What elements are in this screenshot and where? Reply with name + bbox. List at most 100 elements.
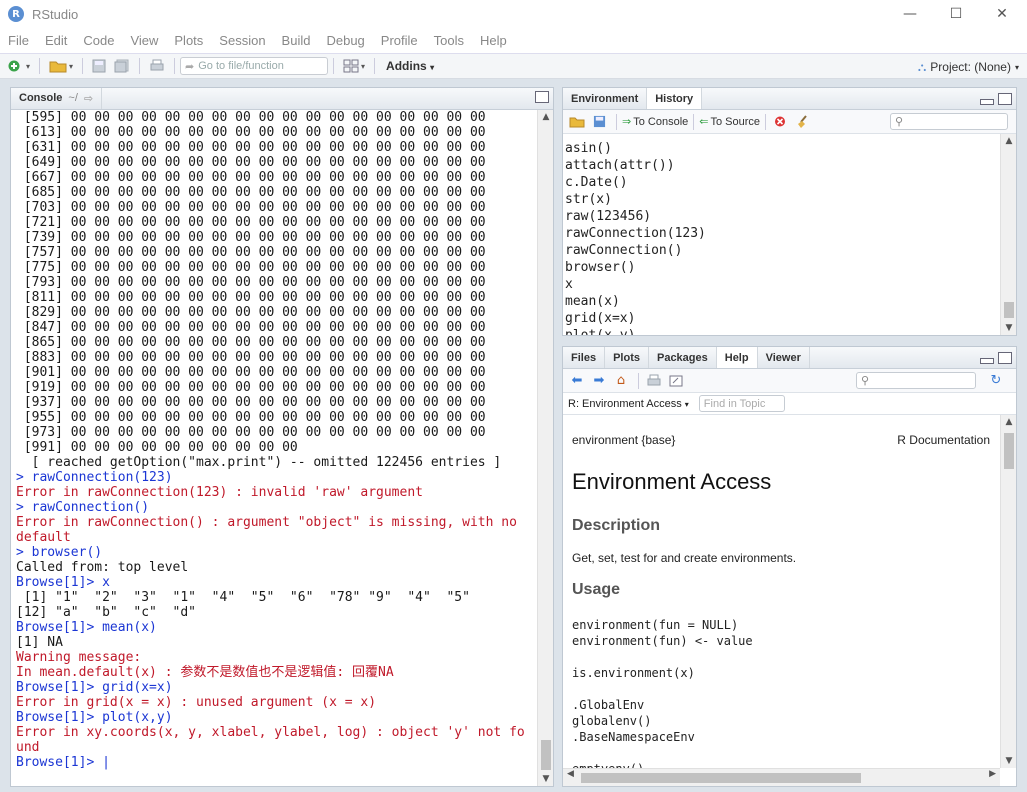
help-pane: Files Plots Packages Help Viewer ⬅ ➡ ⌂ ⚲ ↻ R…: [562, 346, 1017, 787]
maximize-pane-icon[interactable]: [998, 93, 1012, 105]
history-entry[interactable]: mean(x): [565, 293, 998, 310]
history-entry[interactable]: x: [565, 276, 998, 293]
print-icon[interactable]: [147, 56, 167, 76]
console-command-line: Browse[1]> plot(x,y): [16, 710, 173, 725]
menu-item-build[interactable]: Build: [274, 33, 319, 48]
menu-item-profile[interactable]: Profile: [373, 33, 426, 48]
project-menu[interactable]: ⛬ Project: (None) ▾: [918, 54, 1019, 80]
console-error-line: Error in rawConnection() : argument "obj…: [16, 515, 517, 530]
minimize-button[interactable]: —: [887, 0, 933, 28]
scroll-up-icon[interactable]: ▲: [1001, 415, 1016, 429]
addins-menu[interactable]: Addins ▾: [386, 59, 434, 73]
history-search-input[interactable]: ⚲: [890, 113, 1008, 130]
toolbar-divider: [333, 58, 335, 74]
doc-header: environment {base} R Documentation: [572, 433, 990, 447]
scroll-up-icon[interactable]: ▲: [1001, 134, 1016, 148]
home-icon[interactable]: ⌂: [611, 372, 631, 390]
remove-entry-icon[interactable]: [771, 113, 791, 131]
scrollbar-thumb[interactable]: [1004, 433, 1014, 469]
scrollbar-thumb[interactable]: [541, 740, 551, 770]
scroll-down-icon[interactable]: ▼: [1001, 321, 1016, 335]
console-scrollbar[interactable]: ▲ ▼: [537, 110, 553, 786]
history-entry[interactable]: grid(x=x): [565, 310, 998, 327]
find-in-topic-input[interactable]: Find in Topic: [698, 395, 785, 412]
console-pane: Console ~/ ⇨ [595] 00 00 00 00 00 00 00 …: [10, 87, 554, 787]
scrollbar-thumb[interactable]: [581, 773, 861, 783]
console-output-line: [631] 00 00 00 00 00 00 00 00 00 00 00 0…: [16, 140, 486, 155]
history-entry[interactable]: rawConnection(123): [565, 225, 998, 242]
usage-code-line: is.environment(x): [572, 666, 695, 680]
menu-item-view[interactable]: View: [122, 33, 166, 48]
tab-files[interactable]: Files: [563, 347, 606, 368]
console-output-line: [775] 00 00 00 00 00 00 00 00 00 00 00 0…: [16, 260, 486, 275]
console-command-line: > browser(): [16, 545, 103, 560]
help-scrollbar[interactable]: ▲ ▼: [1000, 415, 1016, 768]
to-source-button[interactable]: ⇐ To Source: [699, 115, 760, 128]
history-entry[interactable]: rawConnection(): [565, 242, 998, 259]
load-history-icon[interactable]: [567, 113, 587, 131]
save-icon[interactable]: [90, 56, 108, 76]
toolbar-divider: [616, 113, 617, 130]
menu-item-tools[interactable]: Tools: [426, 33, 472, 48]
print-icon[interactable]: [644, 372, 664, 390]
scroll-down-icon[interactable]: ▼: [1001, 754, 1016, 768]
console-command-line: Browse[1]> mean(x): [16, 620, 157, 635]
restore-pane-icon[interactable]: [535, 91, 549, 103]
scroll-right-icon[interactable]: ▶: [989, 769, 996, 779]
show-in-window-icon[interactable]: [666, 372, 686, 390]
scroll-left-icon[interactable]: ◀: [567, 769, 574, 779]
go-to-dir-icon[interactable]: ⇨: [84, 92, 93, 105]
goto-file-input[interactable]: ➦ Go to file/function: [180, 57, 329, 75]
close-button[interactable]: ✕: [979, 0, 1025, 28]
scroll-up-icon[interactable]: ▲: [538, 110, 553, 124]
menu-item-debug[interactable]: Debug: [318, 33, 372, 48]
history-entry[interactable]: str(x): [565, 191, 998, 208]
save-all-icon[interactable]: [112, 56, 132, 76]
doc-r-documentation: R Documentation: [897, 433, 990, 447]
history-entry[interactable]: attach(attr()): [565, 157, 998, 174]
open-folder-icon[interactable]: ▾: [47, 56, 75, 76]
history-scrollbar[interactable]: ▲ ▼: [1000, 134, 1016, 335]
console-header: Console ~/ ⇨: [11, 88, 553, 110]
console-output[interactable]: [595] 00 00 00 00 00 00 00 00 00 00 00 0…: [16, 110, 535, 786]
console-output-line: [721] 00 00 00 00 00 00 00 00 00 00 00 0…: [16, 215, 486, 230]
history-entry[interactable]: raw(123456): [565, 208, 998, 225]
menu-item-code[interactable]: Code: [75, 33, 122, 48]
menu-item-plots[interactable]: Plots: [166, 33, 211, 48]
tab-history[interactable]: History: [647, 88, 703, 109]
minimize-pane-icon[interactable]: [980, 358, 994, 364]
refresh-icon[interactable]: ↻: [986, 372, 1006, 390]
console-error-line: Error in xy.coords(x, y, xlabel, ylabel,…: [16, 725, 525, 740]
maximize-pane-icon[interactable]: [998, 352, 1012, 364]
help-hscrollbar[interactable]: ◀ ▶: [563, 768, 1000, 786]
console-output-line: [937] 00 00 00 00 00 00 00 00 00 00 00 0…: [16, 395, 486, 410]
topic-select[interactable]: R: Environment Access ▾: [568, 398, 689, 410]
tab-packages[interactable]: Packages: [649, 347, 717, 368]
scrollbar-thumb[interactable]: [1004, 302, 1014, 318]
minimize-pane-icon[interactable]: [980, 99, 994, 105]
tab-plots[interactable]: Plots: [605, 347, 649, 368]
grid-layout-icon[interactable]: ▾: [341, 56, 367, 76]
menu-item-help[interactable]: Help: [472, 33, 515, 48]
back-arrow-icon[interactable]: ⬅: [567, 372, 587, 390]
doc-title: Environment Access: [572, 469, 772, 494]
tab-console[interactable]: Console ~/ ⇨: [11, 88, 103, 109]
scroll-down-icon[interactable]: ▼: [538, 772, 553, 786]
tab-help[interactable]: Help: [716, 347, 758, 368]
tab-environment[interactable]: Environment: [563, 88, 648, 109]
menu-item-edit[interactable]: Edit: [37, 33, 75, 48]
tab-viewer[interactable]: Viewer: [758, 347, 810, 368]
history-entry[interactable]: browser(): [565, 259, 998, 276]
history-entry[interactable]: c.Date(): [565, 174, 998, 191]
save-history-icon[interactable]: [589, 113, 609, 131]
forward-arrow-icon[interactable]: ➡: [589, 372, 609, 390]
clear-history-broom-icon[interactable]: [793, 113, 813, 131]
history-entry[interactable]: asin(): [565, 140, 998, 157]
maximize-button[interactable]: ☐: [933, 0, 979, 28]
new-file-icon[interactable]: ▾: [6, 56, 32, 76]
history-entry[interactable]: plot(x,y): [565, 327, 998, 335]
help-search-input[interactable]: ⚲: [856, 372, 976, 389]
to-console-button[interactable]: ⇒ To Console: [622, 115, 688, 128]
menu-item-session[interactable]: Session: [211, 33, 273, 48]
menu-item-file[interactable]: File: [0, 33, 37, 48]
